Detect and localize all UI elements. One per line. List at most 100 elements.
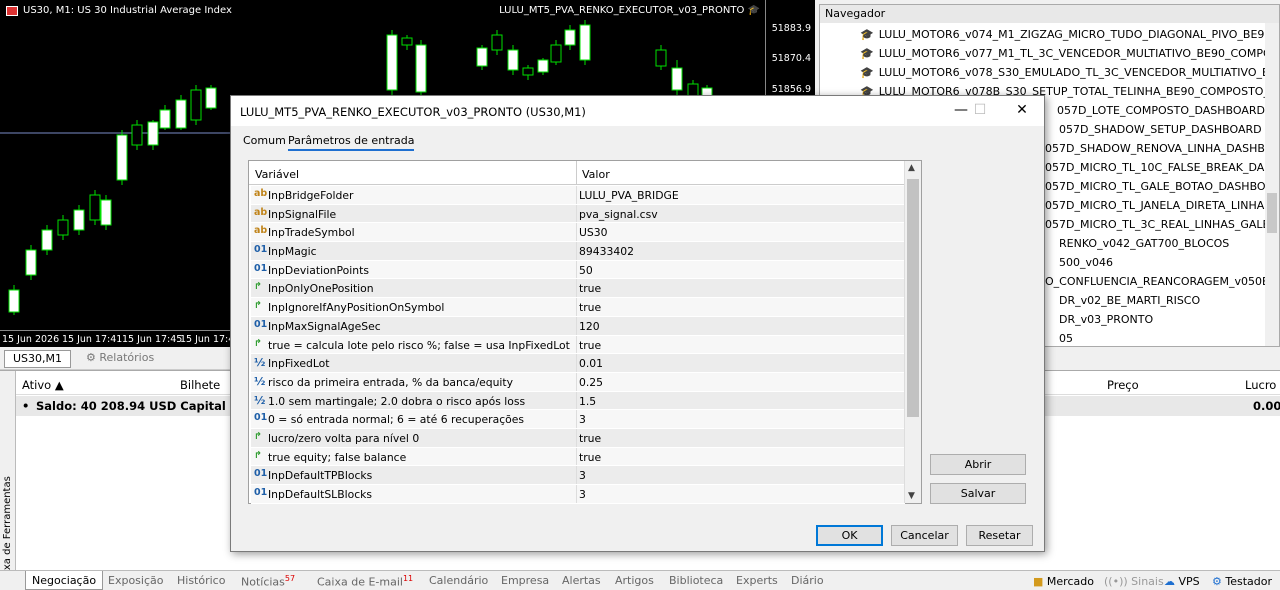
sinais-button[interactable]: ((•)) Sinais [1104, 575, 1164, 588]
col-ativo[interactable]: Ativo ▲ [22, 378, 64, 392]
candle-body [89, 194, 101, 221]
parameter-name: 1.0 sem martingale; 2.0 dobra o risco ap… [268, 394, 526, 408]
parameter-name: InpFixedLot [268, 357, 330, 371]
parameter-row[interactable]: ab InpBridgeFolder LULU_PVA_BRIDGE [251, 186, 905, 205]
ea-properties-dialog: LULU_MT5_PVA_RENKO_EXECUTOR_v03_PRONTO (… [230, 95, 1045, 552]
parameter-row[interactable]: ↱ true equity; false balance true [251, 447, 905, 467]
testador-button[interactable]: ⚙ Testador [1212, 575, 1272, 588]
column-divider [576, 372, 577, 391]
tab-us30-m1[interactable]: US30,M1 [4, 350, 72, 368]
tab-empresa[interactable]: Empresa [501, 574, 549, 587]
navigator-scroll-thumb[interactable] [1267, 193, 1277, 233]
parameter-row[interactable]: 01 0 = só entrada normal; 6 = até 6 recup… [251, 410, 905, 429]
maximize-icon[interactable]: ☐ [965, 102, 995, 118]
price-tick: 51870.4 [771, 53, 811, 64]
scroll-down-icon[interactable]: ▼ [908, 491, 915, 501]
parameter-value[interactable]: 50 [579, 264, 593, 277]
parameter-value[interactable]: true [579, 282, 601, 295]
tab-negociacao[interactable]: Negociação [25, 571, 104, 590]
col-bilhete[interactable]: Bilhete [180, 378, 220, 392]
parameter-value[interactable]: true [579, 451, 601, 464]
parameters-scrollbar[interactable]: ▲ ▼ [904, 161, 921, 503]
dialog-titlebar[interactable]: LULU_MT5_PVA_RENKO_EXECUTOR_v03_PRONTO (… [231, 96, 1044, 126]
col-valor[interactable]: Valor [582, 168, 610, 181]
chart-window-icon [6, 5, 18, 16]
parameter-row[interactable]: ½ risco da primeira entrada, % da banca/e… [251, 372, 905, 392]
parameter-value[interactable]: true [579, 301, 601, 314]
ok-button[interactable]: OK [816, 525, 883, 546]
parameter-row[interactable]: ab InpTradeSymbol US30 [251, 223, 905, 243]
tab-parametros[interactable]: Parâmetros de entrada [288, 134, 415, 151]
parameter-value[interactable]: LULU_PVA_BRIDGE [579, 189, 679, 202]
parameter-value[interactable]: 1.5 [579, 395, 596, 408]
navigator-item-label: RENKO_v042_GAT700_BLOCOS [1059, 237, 1230, 250]
parameter-row[interactable]: ½ 1.0 sem martingale; 2.0 dobra o risco a… [251, 391, 905, 411]
bool-type-icon: ↱ [254, 337, 262, 349]
parameter-row[interactable]: ↱ lucro/zero volta para nível 0 true [251, 428, 905, 448]
parameter-value[interactable]: 0.01 [579, 357, 603, 370]
navigator-item[interactable]: 🎓 LULU_MOTOR6_v077_M1_TL_3C_VENCEDOR_MULT… [860, 44, 1279, 63]
bullet-icon: • [22, 399, 30, 413]
candle-body [159, 109, 171, 129]
tab-comum[interactable]: Comum [243, 134, 286, 147]
parameter-row[interactable]: ↱ InpIgnoreIfAnyPositionOnSymbol true [251, 298, 905, 317]
parameter-name: InpMagic [268, 245, 317, 259]
tab-alertas[interactable]: Alertas [562, 574, 601, 587]
mercado-button[interactable]: ■ Mercado [1033, 575, 1094, 588]
tester-icon: ⚙ [1212, 575, 1222, 588]
candle-body [73, 209, 85, 231]
parameter-value[interactable]: true [579, 339, 601, 352]
parameter-name: InpOnlyOnePosition [268, 282, 374, 296]
parameter-row[interactable]: 01 InpMaxSignalAgeSec 120 [251, 316, 905, 336]
parameter-row[interactable]: 01 InpMagic 89433402 [251, 242, 905, 261]
parameter-value[interactable]: 0.25 [579, 376, 603, 389]
parameter-value[interactable]: true [579, 432, 601, 445]
navigator-item-label: DR_v03_PRONTO [1059, 313, 1154, 326]
parameter-value[interactable]: 3 [579, 413, 586, 426]
scroll-up-icon[interactable]: ▲ [908, 163, 915, 173]
tab-biblioteca[interactable]: Biblioteca [669, 574, 723, 587]
parameter-row[interactable]: ↱ true = calcula lote pelo risco %; false… [251, 335, 905, 355]
parameter-row[interactable]: 01 InpDeviationPoints 50 [251, 260, 905, 280]
tab-relatorios[interactable]: ⚙ Relatórios [78, 350, 162, 368]
salvar-button[interactable]: Salvar [930, 483, 1026, 504]
parameter-value[interactable]: 89433402 [579, 245, 634, 258]
expert-hat-icon: 🎓 [860, 66, 874, 79]
parameter-value[interactable]: 3 [579, 469, 586, 482]
resetar-button[interactable]: Resetar [966, 525, 1033, 546]
parameter-value[interactable]: pva_signal.csv [579, 208, 658, 221]
cancelar-button[interactable]: Cancelar [891, 525, 958, 546]
tab-historico[interactable]: Histórico [177, 574, 225, 587]
column-divider [576, 391, 577, 410]
parameter-row[interactable]: ab InpSignalFile pva_signal.csv [251, 204, 905, 224]
vps-button[interactable]: ☁ VPS [1164, 575, 1200, 588]
tab-calendario[interactable]: Calendário [429, 574, 488, 587]
abrir-button[interactable]: Abrir [930, 454, 1026, 475]
col-preco[interactable]: Preço [1107, 378, 1139, 392]
parameter-row[interactable]: ½ InpFixedLot 0.01 [251, 354, 905, 373]
col-variavel[interactable]: Variável [255, 168, 299, 181]
column-divider [576, 242, 577, 260]
parameter-row[interactable]: 01 InpDefaultSLBlocks 3 [251, 485, 905, 504]
navigator-item-label: 057D_MICRO_TL_JANELA_DIRETA_LINHAS [1045, 199, 1272, 212]
tab-diario[interactable]: Diário [791, 574, 824, 587]
col-lucro[interactable]: Lucro [1245, 378, 1276, 392]
parameter-value[interactable]: 3 [579, 488, 586, 501]
tab-artigos[interactable]: Artigos [615, 574, 654, 587]
tab-noticias[interactable]: Notícias57 [241, 574, 295, 589]
column-divider [576, 447, 577, 466]
parameter-value[interactable]: US30 [579, 226, 608, 239]
parameter-row[interactable]: 01 InpDefaultTPBlocks 3 [251, 466, 905, 485]
navigator-item[interactable]: 🎓 LULU_MOTOR6_v074_M1_ZIGZAG_MICRO_TUDO_D… [860, 25, 1279, 44]
navigator-scrollbar[interactable] [1265, 23, 1279, 346]
parameter-row[interactable]: ↱ InpOnlyOnePosition true [251, 279, 905, 299]
column-divider[interactable] [576, 161, 577, 185]
close-icon[interactable]: ✕ [1007, 102, 1037, 118]
parameter-value[interactable]: 120 [579, 320, 600, 333]
parameters-scroll-thumb[interactable] [907, 179, 919, 417]
tab-experts[interactable]: Experts [736, 574, 778, 587]
candle-body [522, 67, 534, 76]
navigator-item[interactable]: 🎓 LULU_MOTOR6_v078_S30_EMULADO_TL_3C_VENC… [860, 63, 1279, 82]
tab-exposicao[interactable]: Exposição [108, 574, 163, 587]
tab-email[interactable]: Caixa de E-mail11 [317, 574, 413, 589]
